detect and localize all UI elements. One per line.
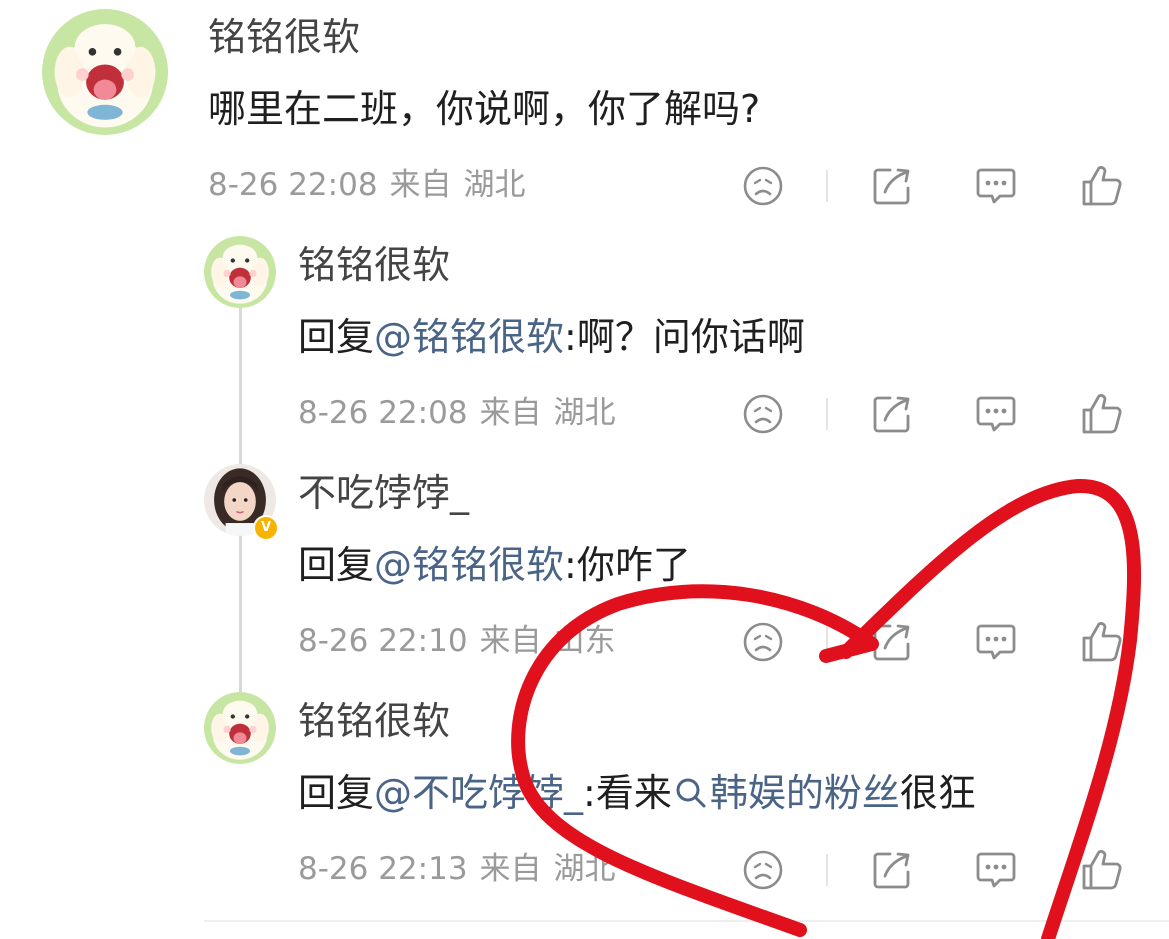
reply-prefix: 回复 — [298, 543, 375, 587]
comment-button[interactable] — [974, 164, 1018, 208]
comment-author[interactable]: 铭铭很软 — [298, 702, 450, 740]
share-icon — [870, 620, 914, 664]
comment-location: 湖北 — [553, 851, 616, 887]
comment-meta: 8-26 22:08 来自 湖北 — [298, 398, 628, 429]
comment-icon — [974, 164, 1018, 208]
comment-meta: 8-26 22:10 来自 山东 — [298, 626, 628, 657]
comment-author[interactable]: 铭铭很软 — [208, 18, 360, 56]
cartoon-dog-icon — [42, 9, 168, 135]
sad-face-button[interactable] — [741, 848, 785, 892]
cartoon-dog-icon — [204, 692, 276, 764]
action-separator — [826, 854, 828, 886]
comment-icon — [974, 620, 1018, 664]
comment-body: :看来 — [583, 771, 672, 815]
sad-face-button[interactable] — [741, 392, 785, 436]
comment-body: 哪里在二班，你说啊，你了解吗? — [208, 87, 761, 131]
comment-author[interactable]: 不吃饽饽_ — [298, 474, 469, 512]
author-avatar[interactable] — [42, 9, 168, 135]
sad-face-icon — [741, 164, 785, 208]
sad-face-icon — [741, 392, 785, 436]
share-icon — [870, 392, 914, 436]
search-icon — [676, 778, 706, 808]
like-button[interactable] — [1080, 164, 1124, 208]
share-icon — [870, 848, 914, 892]
sad-face-button[interactable] — [741, 164, 785, 208]
author-avatar[interactable] — [204, 692, 276, 764]
comment-body: :你咋了 — [564, 543, 691, 587]
source-label: 来自 — [479, 395, 542, 431]
source-label: 来自 — [479, 623, 542, 659]
topic-text: 韩娱的粉丝 — [709, 771, 900, 815]
mention-link[interactable]: @铭铭很软 — [374, 315, 564, 359]
like-icon — [1080, 848, 1124, 892]
source-label: 来自 — [479, 851, 542, 887]
verified-badge-icon: V — [253, 515, 279, 541]
like-icon — [1080, 392, 1124, 436]
source-label: 来自 — [389, 167, 452, 203]
mention-link[interactable]: @铭铭很软 — [374, 543, 564, 587]
comment-meta: 8-26 22:08 来自 湖北 — [208, 170, 538, 201]
action-separator — [826, 398, 828, 430]
author-avatar[interactable] — [204, 236, 276, 308]
share-icon — [870, 164, 914, 208]
comment-date: 8-26 22:08 — [208, 167, 378, 203]
sad-face-icon — [741, 848, 785, 892]
comment-author[interactable]: 铭铭很软 — [298, 246, 450, 284]
share-button[interactable] — [870, 620, 914, 664]
divider — [204, 920, 1169, 922]
like-button[interactable] — [1080, 620, 1124, 664]
comment-text: 回复@不吃饽饽_:看来 韩娱的粉丝很狂 — [298, 774, 976, 812]
comment-text: 哪里在二班，你说啊，你了解吗? — [208, 90, 760, 128]
comment-date: 8-26 22:08 — [298, 395, 468, 431]
topic-link[interactable]: 韩娱的粉丝 — [672, 771, 900, 815]
reply-prefix: 回复 — [298, 315, 375, 359]
comment-date: 8-26 22:10 — [298, 623, 468, 659]
comment-location: 湖北 — [553, 395, 616, 431]
sad-face-button[interactable] — [741, 620, 785, 664]
share-button[interactable] — [870, 392, 914, 436]
comment-button[interactable] — [974, 392, 1018, 436]
comment-text: 回复@铭铭很软:啊？问你话啊 — [298, 318, 805, 356]
comment-meta: 8-26 22:13 来自 湖北 — [298, 854, 628, 885]
sad-face-icon — [741, 620, 785, 664]
comment-body-tail: 很狂 — [899, 771, 976, 815]
comment-button[interactable] — [974, 620, 1018, 664]
comment-body: :啊？问你话啊 — [564, 315, 805, 359]
like-icon — [1080, 164, 1124, 208]
comment-location: 湖北 — [463, 167, 526, 203]
cartoon-dog-icon — [204, 236, 276, 308]
reply-prefix: 回复 — [298, 771, 375, 815]
comment-button[interactable] — [974, 848, 1018, 892]
comment-date: 8-26 22:13 — [298, 851, 468, 887]
like-icon — [1080, 620, 1124, 664]
comment-location: 山东 — [553, 623, 616, 659]
action-separator — [826, 626, 828, 658]
like-button[interactable] — [1080, 848, 1124, 892]
comment-icon — [974, 848, 1018, 892]
comment-icon — [974, 392, 1018, 436]
mention-link[interactable]: @不吃饽饽_ — [374, 771, 583, 815]
like-button[interactable] — [1080, 392, 1124, 436]
action-separator — [826, 170, 828, 202]
share-button[interactable] — [870, 848, 914, 892]
comment-text: 回复@铭铭很软:你咋了 — [298, 546, 691, 584]
share-button[interactable] — [870, 164, 914, 208]
